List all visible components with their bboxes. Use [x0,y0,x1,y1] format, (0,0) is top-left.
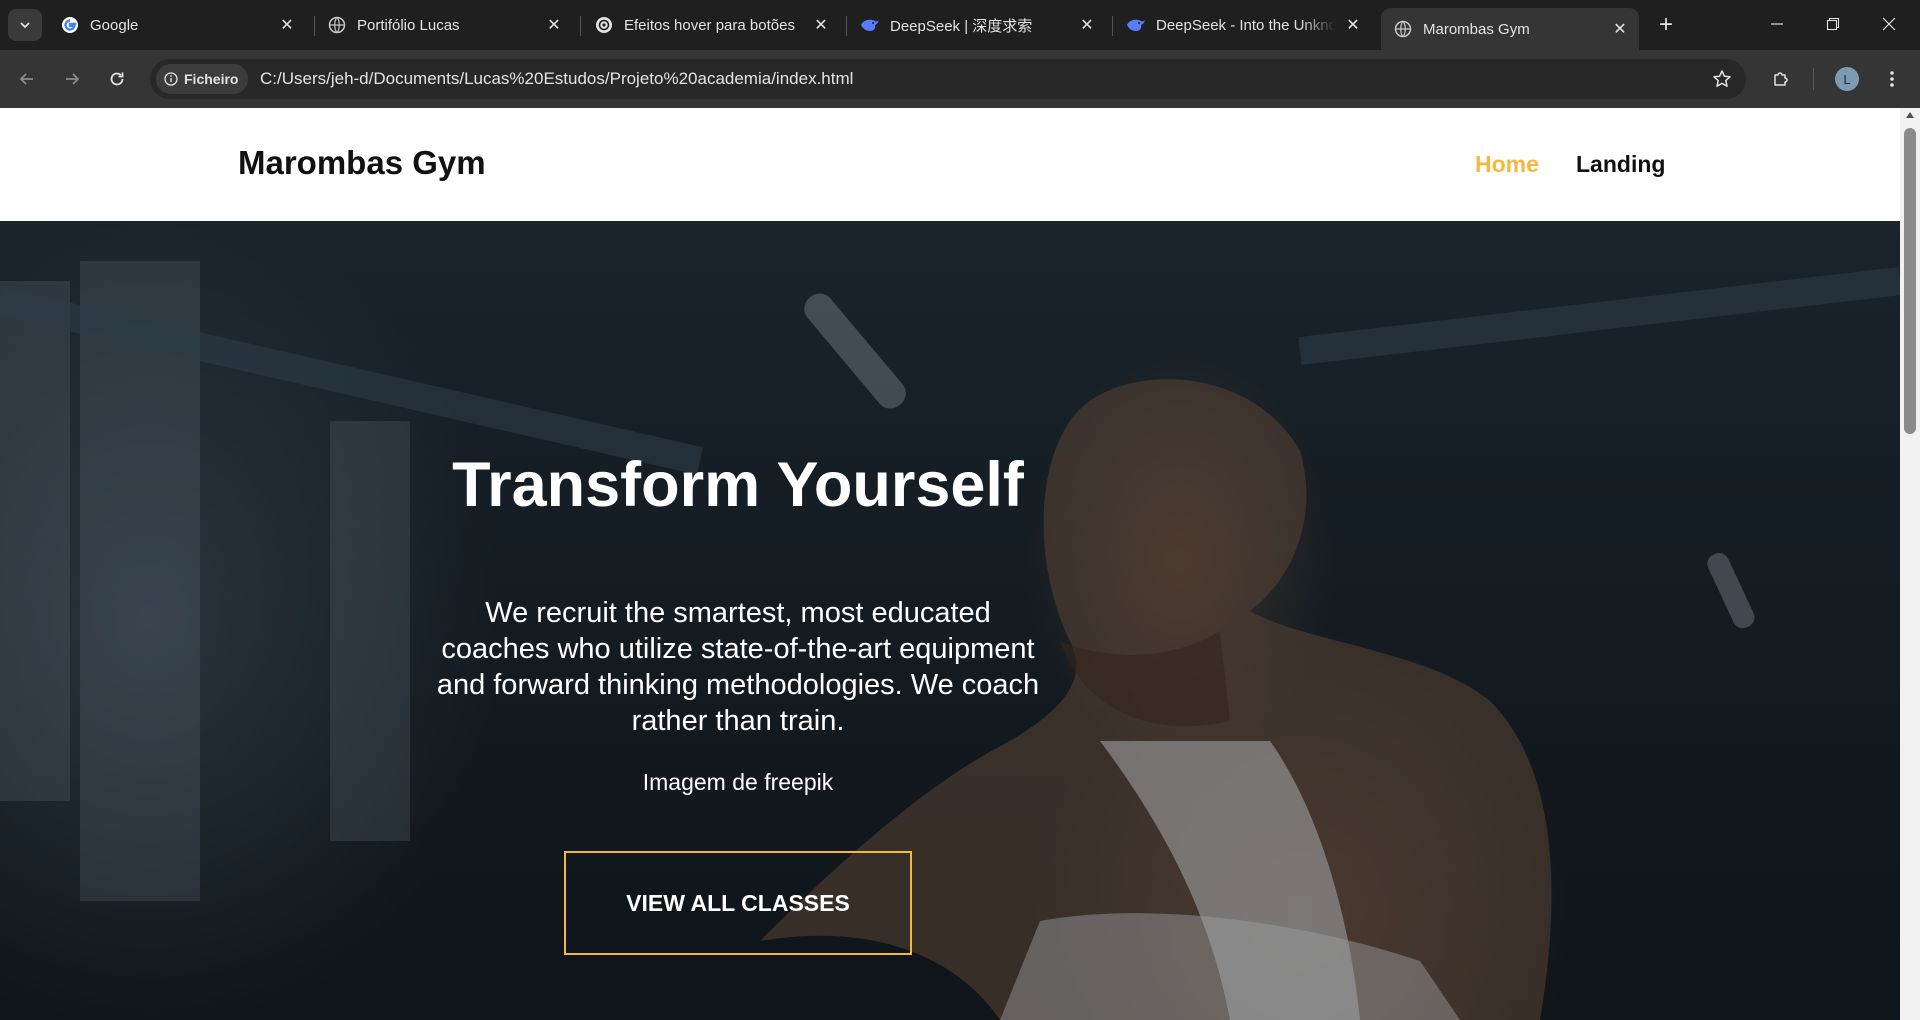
tab-divider [580,16,581,36]
tab-title: DeepSeek | 深度求索 [890,17,1033,35]
page-viewport: Marombas Gym Home Landing Transform Your… [0,108,1900,1020]
menu-button[interactable] [1876,63,1908,95]
tab-search-button[interactable] [8,9,42,41]
tab-divider [846,16,847,36]
openai-icon [594,15,614,35]
tab-portfolio[interactable]: Portifólio Lucas ✕ [315,7,573,43]
image-credit: Imagem de freepik [642,769,834,795]
arrow-left-icon [19,73,33,85]
back-button[interactable] [9,61,45,97]
reload-icon [110,72,124,86]
close-window-button[interactable] [1862,0,1916,48]
site-header: Marombas Gym Home Landing [0,108,1900,221]
globe-icon [1393,19,1413,39]
site-logo[interactable]: Marombas Gym [238,144,486,182]
scrollbar-thumb[interactable] [1904,128,1916,434]
tab-title: Efeitos hover para botões [624,16,795,34]
toolbar-divider [1813,68,1814,90]
address-bar[interactable]: Ficheiro C:/Users/jeh-d/Documents/Lucas%… [150,59,1746,99]
arrow-right-icon [66,73,80,85]
forward-button[interactable] [54,61,90,97]
url-text[interactable]: C:/Users/jeh-d/Documents/Lucas%20Estudos… [260,69,853,89]
tab-divider [1112,16,1113,36]
tab-deepseek[interactable]: DeepSeek | 深度求索 ✕ [848,7,1106,43]
site-info-label: Ficheiro [184,71,239,87]
tab-title: Google [90,16,139,34]
scroll-up-arrow-icon[interactable] [1906,112,1914,118]
close-icon[interactable]: ✕ [543,14,565,36]
hero-description: We recruit the smartest, most educated c… [436,597,1040,737]
tab-title: Marombas Gym [1423,20,1530,38]
reload-button[interactable] [99,61,135,97]
close-icon[interactable]: ✕ [810,14,832,36]
close-icon[interactable]: ✕ [1342,14,1364,36]
tab-title: Portifólio Lucas [357,16,460,34]
site-info-chip[interactable]: Ficheiro [156,64,249,94]
chevron-down-icon [20,22,30,29]
extensions-button[interactable] [1765,63,1797,95]
close-icon[interactable]: ✕ [1076,14,1098,36]
deepseek-icon [1126,15,1146,35]
close-icon [1882,17,1896,31]
minimize-icon [1771,23,1783,25]
tab-deepseek-unknown[interactable]: DeepSeek - Into the Unknown ✕ [1114,7,1372,43]
tab-strip: Google ✕ Portifólio Lucas ✕ Efeitos hove… [0,0,1920,50]
nav-link-landing[interactable]: Landing [1576,151,1665,178]
hero-section: Transform Yourself We recruit the smarte… [0,221,1900,1020]
google-icon [60,15,80,35]
browser-toolbar: Ficheiro C:/Users/jeh-d/Documents/Lucas%… [0,50,1920,108]
restore-button[interactable] [1806,0,1860,48]
restore-icon [1826,17,1840,31]
bookmark-star-icon[interactable] [1710,67,1734,91]
nav-link-home[interactable]: Home [1475,151,1539,178]
globe-icon [327,15,347,35]
info-icon [164,72,178,86]
more-vert-icon [1890,71,1894,87]
profile-avatar[interactable]: L [1835,67,1859,91]
tab-title: DeepSeek - Into the Unknown [1156,16,1336,34]
deepseek-icon [860,15,880,35]
minimize-button[interactable] [1750,0,1804,48]
tab-hover-effects[interactable]: Efeitos hover para botões ✕ [582,7,840,43]
close-icon[interactable]: ✕ [1609,18,1631,40]
hero-title: Transform Yourself [452,450,1024,520]
page-scrollbar[interactable] [1900,108,1920,1020]
close-icon[interactable]: ✕ [276,14,298,36]
tab-google[interactable]: Google ✕ [48,7,306,43]
tab-marombas-gym[interactable]: Marombas Gym ✕ [1381,8,1639,50]
view-all-classes-button[interactable]: VIEW ALL CLASSES [564,851,912,955]
new-tab-button[interactable]: + [1650,9,1682,41]
puzzle-icon [1774,72,1788,86]
